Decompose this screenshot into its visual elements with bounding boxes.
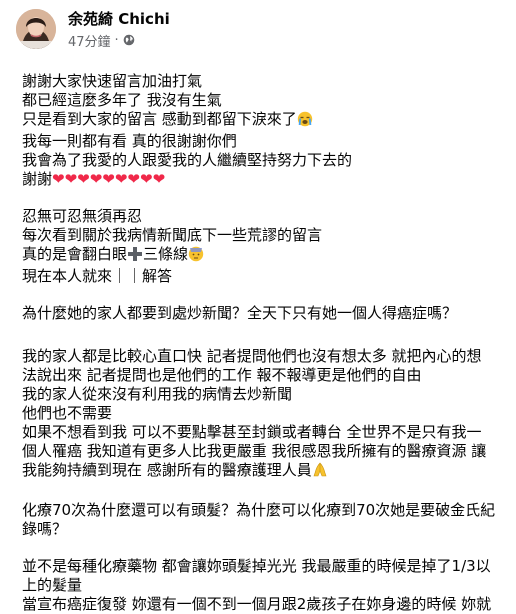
post-timestamp[interactable]: 47分鐘 [68, 31, 111, 50]
post-line: 謝謝❤❤❤❤❤❤❤❤❤ [22, 170, 166, 188]
author-name[interactable]: 余苑綺 Chichi [68, 10, 170, 28]
meta-separator: · [114, 32, 119, 48]
hearts-emoji: ❤❤❤❤❤❤❤❤❤ [52, 170, 166, 188]
avatar[interactable] [16, 9, 56, 49]
answer-line: 個人罹癌 我知道有更多人比我更嚴重 我很感恩我所擁有的醫療資源 讓 [22, 442, 487, 460]
question-line: 化療70次為什麼還可以有頭髮？為什麼可以化療到70次她是要破金氏紀 [22, 501, 496, 519]
answer-line: 如果不想看到我 可以不要點擊甚至封鎖或者轉台 全世界不是只有我一 [22, 423, 482, 441]
answer-line: 他們也不需要 [22, 404, 113, 422]
cold-sweat-face-emoji [188, 246, 204, 267]
answer-line: 我的家人從來沒有利用我的病情去炒新聞 [22, 385, 293, 403]
post-line: 現在本人就來｜｜解答 [22, 267, 173, 285]
answer-line: 並不是每種化療藥物 都會讓妳頭髮掉光光 我最嚴重的時候是掉了1/3以 [22, 557, 491, 575]
answer-line: 上的髮量 [22, 576, 83, 594]
question-line: 錄嗎？ [22, 520, 68, 538]
globe-icon[interactable] [123, 34, 135, 46]
post-line: 都已經這麼多年了 我沒有生氣 [22, 91, 222, 109]
post-line: 只是看到大家的留言 感動到都留下淚來了 [22, 110, 500, 132]
question-line: 為什麼她的家人都要到處炒新聞？全天下只有她一個人得癌症嗎？ [22, 304, 458, 322]
post-meta: 47分鐘 · [68, 31, 135, 50]
loudly-crying-face-emoji [297, 111, 313, 132]
post-header: 余苑綺 Chichi 47分鐘 · [0, 0, 516, 62]
answer-line: 當宣布癌症復發 妳還有一個不到一個月跟2歲孩子在妳身邊的時候 妳就 [22, 595, 492, 613]
post-line: 忍無可忍無須再忍 [22, 207, 143, 225]
post-line: 每次看到關於我病情新聞底下一些荒謬的留言 [22, 226, 323, 244]
post-line: 謝謝大家快速留言加油打氣 [22, 72, 203, 90]
folded-hands-emoji [312, 462, 328, 483]
answer-line: 我的家人都是比較心直口快 記者提問他們也沒有想太多 就把內心的想 [22, 347, 482, 365]
heavy-plus-emoji [127, 246, 143, 267]
post-line: 我每一則都有看 真的很謝謝你們 [22, 132, 237, 150]
answer-line: 我能夠持續到現在 感謝所有的醫療護理人員 [22, 461, 500, 483]
post-body: 謝謝大家快速留言加油打氣 都已經這麼多年了 我沒有生氣 只是看到大家的留言 感動… [22, 62, 500, 614]
answer-line: 法說出來 記者提問也是他們的工作 報不報導更是他們的自由 [22, 366, 422, 384]
post-line: 我會為了我愛的人跟愛我的人繼續堅持努力下去的 [22, 151, 353, 169]
post-line: 真的是會翻白眼 三條線 [22, 245, 500, 267]
